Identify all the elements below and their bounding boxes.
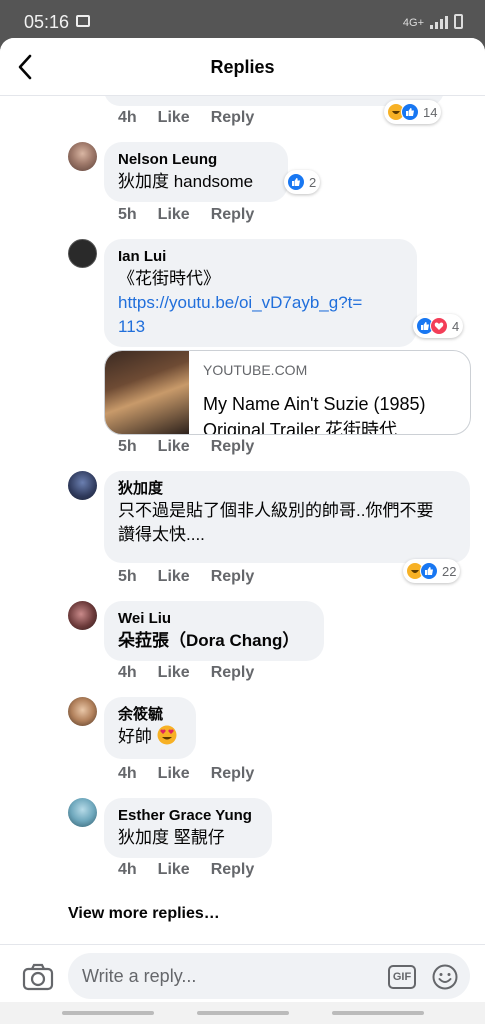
comment-actions: 5h Like Reply xyxy=(118,438,254,456)
reply-button[interactable]: Reply xyxy=(211,664,255,682)
replies-sheet: Replies 4h Like Reply 14 Nelson Leung 狄加… xyxy=(0,38,485,1024)
avatar[interactable] xyxy=(68,697,97,726)
comment-actions: 4h Like Reply xyxy=(118,861,254,879)
comment-time: 5h xyxy=(118,206,137,223)
comment-time: 4h xyxy=(118,109,137,126)
comment-bubble: Ian Lui 《花街時代》 https://youtu.be/oi_vD7ay… xyxy=(104,239,417,347)
avatar[interactable] xyxy=(68,798,97,827)
preview-domain: YOUTUBE.COM xyxy=(203,362,308,378)
reaction-summary[interactable]: 4 xyxy=(413,314,464,338)
reply-button[interactable]: Reply xyxy=(211,568,255,586)
comment-actions: 4h Like Reply xyxy=(118,664,254,682)
gallery-notification-icon xyxy=(76,15,90,27)
view-more-replies-link[interactable]: View more replies… xyxy=(68,905,220,923)
reaction-summary[interactable]: 22 xyxy=(403,559,461,583)
like-button[interactable]: Like xyxy=(158,861,190,879)
like-button[interactable]: Like xyxy=(158,438,190,456)
comment-bubble: Wei Liu 朵菈張（Dora Chang） xyxy=(104,601,324,661)
link-preview-card[interactable]: YOUTUBE.COM My Name Ain't Suzie (1985) O… xyxy=(104,350,471,435)
reaction-count: 22 xyxy=(442,563,457,579)
like-button[interactable]: Like xyxy=(158,109,190,127)
reply-button[interactable]: Reply xyxy=(211,861,255,879)
header: Replies xyxy=(0,38,485,96)
comment-text-row: 好帥 xyxy=(118,725,182,749)
comment-time: 5h xyxy=(118,438,137,455)
preview-title: My Name Ain't Suzie (1985) Original Trai… xyxy=(203,394,426,435)
comment-bubble: Nelson Leung 狄加度 handsome xyxy=(104,142,288,202)
like-button[interactable]: Like xyxy=(158,568,190,586)
camera-icon[interactable] xyxy=(22,963,54,991)
reaction-summary[interactable]: 14 xyxy=(384,100,442,124)
commenter-name[interactable]: Nelson Leung xyxy=(118,150,274,170)
video-thumbnail xyxy=(105,351,189,434)
avatar[interactable] xyxy=(68,601,97,630)
comment-actions: 5h Like Reply xyxy=(118,206,254,224)
page-title: Replies xyxy=(210,57,275,77)
gif-icon[interactable]: GIF xyxy=(388,965,416,989)
comment-text: 朵菈張（Dora Chang） xyxy=(118,631,300,650)
comment-bubble: 狄加度 只不過是貼了個非人級別的帥哥..你們不要 讚得太快.... xyxy=(104,471,470,563)
comment-time: 5h xyxy=(118,568,137,585)
comment-bubble: Esther Grace Yung 狄加度 堅靚仔 xyxy=(104,798,272,858)
comment-time: 4h xyxy=(118,765,137,782)
battery-icon xyxy=(454,14,463,29)
avatar[interactable] xyxy=(68,239,97,268)
reply-button[interactable]: Reply xyxy=(211,765,255,783)
comment-time: 4h xyxy=(118,664,137,681)
commenter-name[interactable]: Esther Grace Yung xyxy=(118,806,258,826)
comment-time: 4h xyxy=(118,861,137,878)
comment-text: 《花街時代》 xyxy=(118,269,220,288)
comment-text: 好帥 xyxy=(118,727,152,746)
comment-bubble: 余筱毓 好帥 xyxy=(104,697,196,759)
reaction-summary[interactable]: 2 xyxy=(284,170,321,194)
reply-button[interactable]: Reply xyxy=(211,438,255,456)
reply-button[interactable]: Reply xyxy=(211,109,255,127)
commenter-name[interactable]: 狄加度 xyxy=(118,479,456,499)
like-button[interactable]: Like xyxy=(158,765,190,783)
emoji-icon[interactable] xyxy=(432,964,458,990)
love-reaction-icon xyxy=(430,317,448,335)
network-type: 4G+ xyxy=(402,17,424,29)
comment-actions: 5h Like Reply xyxy=(118,568,254,586)
avatar[interactable] xyxy=(68,142,97,171)
commenter-name[interactable]: 余筱毓 xyxy=(118,705,182,725)
heart-eyes-emoji-icon xyxy=(157,725,177,745)
status-bar: 05:16 4G+ xyxy=(0,0,485,40)
comment-actions: 4h Like Reply xyxy=(118,109,254,127)
like-reaction-icon xyxy=(420,562,438,580)
comment-actions: 4h Like Reply xyxy=(118,765,254,783)
comment-text: 狄加度 handsome xyxy=(118,172,254,191)
comment-text-cont: 讚得太快.... xyxy=(118,525,205,544)
comment-text: 狄加度 堅靚仔 xyxy=(118,828,225,847)
comment-text: 只不過是貼了個非人級別的帥哥..你們不要 xyxy=(118,501,434,520)
reaction-count: 14 xyxy=(423,104,438,120)
like-button[interactable]: Like xyxy=(158,206,190,224)
reaction-count: 2 xyxy=(309,174,317,190)
reply-button[interactable]: Reply xyxy=(211,206,255,224)
like-reaction-icon xyxy=(287,173,305,191)
commenter-name[interactable]: Ian Lui xyxy=(118,247,403,267)
reaction-count: 4 xyxy=(452,318,460,334)
system-nav-bar xyxy=(0,1002,485,1024)
like-button[interactable]: Like xyxy=(158,664,190,682)
youtube-link-cont[interactable]: 113 xyxy=(118,315,403,339)
like-reaction-icon xyxy=(401,103,419,121)
avatar[interactable] xyxy=(68,471,97,500)
status-icons: 4G+ xyxy=(403,14,463,29)
signal-icon xyxy=(430,16,448,29)
status-time: 05:16 xyxy=(24,12,70,32)
commenter-name[interactable]: Wei Liu xyxy=(118,609,310,629)
youtube-link[interactable]: https://youtu.be/oi_vD7ayb_g?t= xyxy=(118,291,403,315)
